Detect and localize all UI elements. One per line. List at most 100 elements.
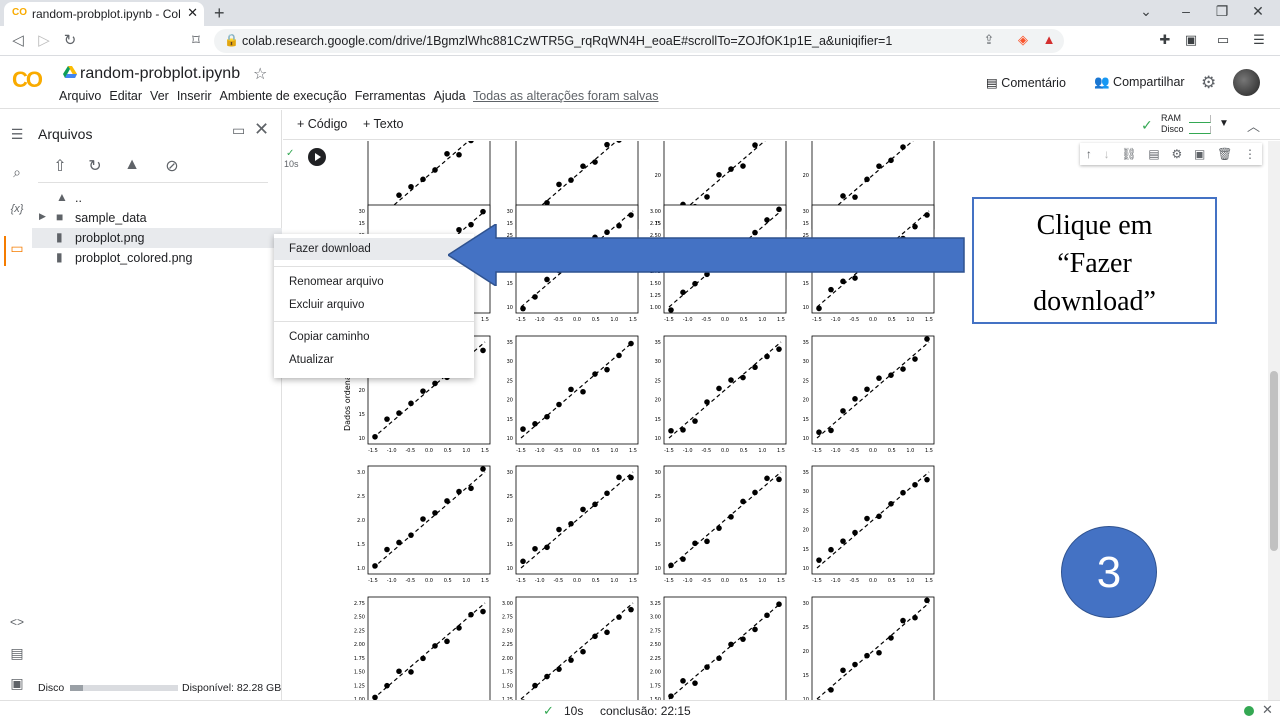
move-up-icon[interactable]: ↑ <box>1086 147 1092 161</box>
move-down-icon[interactable]: ↓ <box>1104 147 1110 161</box>
callout-line: Clique em <box>1036 210 1153 241</box>
menu-ajuda[interactable]: Ajuda <box>434 89 466 103</box>
variables-icon[interactable]: {x} <box>8 203 26 215</box>
command-palette-icon[interactable]: ▤ <box>8 645 26 662</box>
menu-item-copy-path[interactable]: Copiar caminho <box>274 326 474 348</box>
data-point <box>924 336 930 342</box>
scrollbar[interactable] <box>1268 141 1280 700</box>
data-point <box>372 433 378 440</box>
data-point <box>752 142 758 148</box>
mirror-icon[interactable]: ▣ <box>1194 147 1205 161</box>
data-point <box>520 305 526 312</box>
brave-rewards-icon[interactable]: ▲ <box>1040 32 1058 47</box>
browser-menu-icon[interactable]: ☰ <box>1250 32 1268 48</box>
brave-shield-icon[interactable]: ◈ <box>1014 32 1032 48</box>
tab-search-icon[interactable]: ⌄ <box>1136 3 1156 20</box>
minimize-icon[interactable]: – <box>1176 3 1196 19</box>
chevron-up-icon[interactable]: ︿ <box>1247 116 1260 135</box>
maximize-icon[interactable]: ❐ <box>1212 3 1232 20</box>
menu-arquivo[interactable]: Arquivo <box>59 89 101 103</box>
share-page-icon[interactable]: ⇪ <box>980 32 998 48</box>
close-window-icon[interactable]: ✕ <box>1248 3 1268 20</box>
delete-icon[interactable]: 🗑 <box>1217 147 1232 161</box>
browser-address-bar: ◁ ▷ ↻ ⌑ 🔒 colab.research.google.com/driv… <box>0 26 1280 56</box>
expand-arrow-icon[interactable]: ▶ <box>39 211 46 222</box>
extensions-icon[interactable]: ✚ <box>1156 32 1174 48</box>
hide-files-icon[interactable]: ⊘ <box>162 156 182 176</box>
menu-ver[interactable]: Ver <box>150 89 169 103</box>
menu-item-refresh[interactable]: Atualizar <box>274 349 474 371</box>
wallet-icon[interactable]: ▭ <box>1214 32 1232 48</box>
url-field[interactable]: 🔒 colab.research.google.com/drive/1Bgmzl… <box>214 29 1064 53</box>
terminal-icon[interactable]: ▣ <box>8 675 26 692</box>
menu-ferramentas[interactable]: Ferramentas <box>355 89 426 103</box>
back-icon[interactable]: ◁ <box>8 31 28 49</box>
comment-icon[interactable]: ▤ <box>1148 147 1159 161</box>
close-tab-icon[interactable]: ✕ <box>187 5 198 21</box>
x-tick-label: -1.5 <box>516 578 526 584</box>
menu-item-download[interactable]: Fazer download <box>274 238 474 260</box>
file-item-probplot-colored[interactable]: ▮ probplot_colored.png <box>32 248 282 268</box>
code-snippets-icon[interactable]: <> <box>8 615 26 629</box>
forward-icon[interactable]: ▷ <box>34 31 54 49</box>
folder-icon[interactable]: ▭ <box>8 240 26 257</box>
disk-usage-bar <box>70 685 178 691</box>
link-icon[interactable]: ⛓ <box>1121 147 1136 161</box>
menu-ambiente[interactable]: Ambiente de execução <box>220 89 347 103</box>
reload-icon[interactable]: ↻ <box>60 31 80 49</box>
new-tab-icon[interactable]: + <box>214 3 225 24</box>
settings-gear-icon[interactable]: ⚙ <box>1201 73 1216 93</box>
data-point <box>680 678 686 684</box>
chevron-down-icon[interactable]: ▼ <box>1219 118 1229 129</box>
settings-icon[interactable]: ⚙ <box>1171 147 1182 161</box>
bookmark-icon[interactable]: ⌑ <box>186 31 206 49</box>
upload-icon[interactable]: ⇧ <box>50 156 70 176</box>
browser-tab[interactable]: CO random-probplot.ipynb - Colabor ✕ <box>4 2 204 26</box>
data-point <box>776 601 782 608</box>
connected-dot <box>1244 706 1254 716</box>
y-tick-label: 2.5 <box>357 494 365 500</box>
menu-item-delete[interactable]: Excluir arquivo <box>274 294 474 316</box>
data-point <box>776 476 782 483</box>
expand-panel-icon[interactable]: ▭ <box>232 122 245 139</box>
save-status[interactable]: Todas as alterações foram salvas <box>473 89 659 103</box>
star-icon[interactable]: ☆ <box>253 64 267 84</box>
probplot-panel: -1.5 -1.0 -0.5 0.0 0.5 1.0 1.5 10 15 20 25 30 35 <box>803 335 935 454</box>
add-text-button[interactable]: + Texto <box>363 117 403 131</box>
add-code-button[interactable]: + Código <box>297 117 347 131</box>
file-item-parent[interactable]: ▲ .. <box>32 188 282 208</box>
sidebar-icon[interactable]: ▣ <box>1182 32 1200 48</box>
data-point <box>556 526 562 533</box>
menu-item-rename[interactable]: Renomear arquivo <box>274 271 474 293</box>
search-icon[interactable]: ⌕ <box>8 164 26 181</box>
share-button[interactable]: 👥 Compartilhar <box>1094 75 1185 90</box>
data-point <box>580 648 586 655</box>
menu-editar[interactable]: Editar <box>109 89 142 103</box>
data-point <box>668 693 674 699</box>
close-panel-icon[interactable]: ✕ <box>254 119 269 140</box>
scrollbar-thumb[interactable] <box>1270 371 1278 551</box>
mount-drive-icon[interactable]: ▲ <box>122 156 142 174</box>
x-tick-label: -1.0 <box>535 578 545 584</box>
notebook-title[interactable]: random-probplot.ipynb <box>80 65 240 83</box>
comment-button[interactable]: ▤ Comentário <box>986 75 1066 90</box>
toc-icon[interactable]: ☰ <box>8 126 26 143</box>
close-status-icon[interactable]: ✕ <box>1262 702 1273 718</box>
menu-inserir[interactable]: Inserir <box>177 89 212 103</box>
resource-monitor[interactable]: ✓ RAM Disco ▼ <box>1141 113 1231 137</box>
user-avatar[interactable] <box>1233 69 1260 96</box>
refresh-folder-icon[interactable]: ↻ <box>85 156 105 176</box>
data-point <box>752 364 758 371</box>
data-point <box>616 614 622 620</box>
data-point <box>544 673 550 680</box>
data-point <box>420 655 426 662</box>
more-icon[interactable]: ⋮ <box>1244 147 1256 161</box>
data-point <box>520 426 526 432</box>
x-tick-label: 1.0 <box>462 578 470 584</box>
colab-logo[interactable]: CO <box>12 67 43 93</box>
file-item-probplot[interactable]: ▮ probplot.png <box>32 228 282 248</box>
file-item-sample-data[interactable]: ▶ ■ sample_data <box>32 208 282 228</box>
ram-label: RAM <box>1161 113 1181 123</box>
x-tick-label: -1.5 <box>368 578 378 584</box>
run-cell-button[interactable] <box>308 148 326 166</box>
